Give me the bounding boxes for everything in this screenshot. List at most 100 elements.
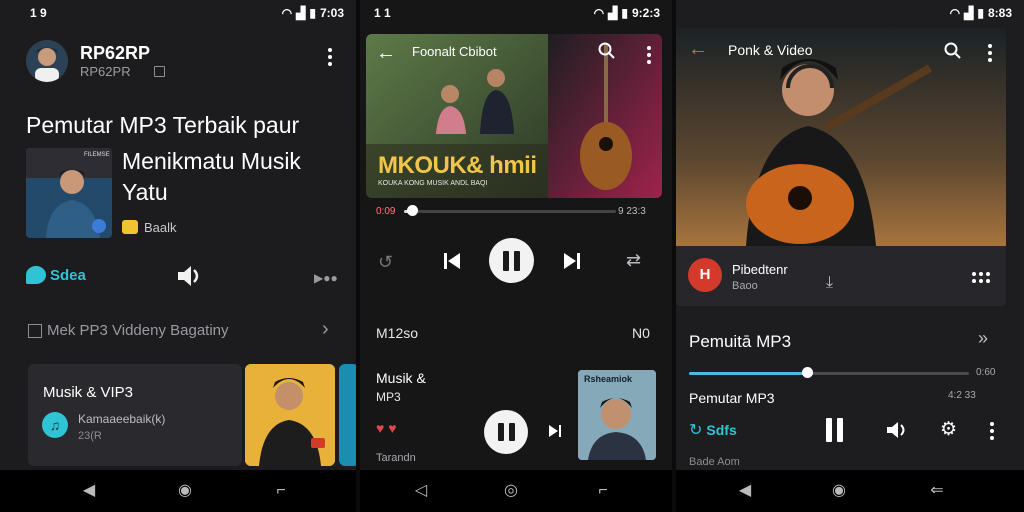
footer-text: Bade Aom (689, 456, 740, 468)
seek-bar[interactable] (404, 210, 616, 213)
avatar[interactable] (26, 40, 68, 82)
signal-icon: ▟ (608, 6, 618, 20)
settings-gear-icon[interactable]: ⚙ (940, 418, 957, 441)
status-bar: ◠ ▟ ▮ 8:83 (676, 0, 1024, 26)
repeat-icon[interactable]: ↺ (378, 252, 393, 273)
banner-title: MKOUK& hmii (378, 152, 537, 179)
more-options-icon[interactable] (990, 422, 994, 440)
mini-player-title: Musik & (376, 370, 426, 386)
chat-bubble-icon (26, 266, 46, 284)
artist-name: Pibedtenr (732, 262, 788, 277)
system-nav-bar: ◀ ◉ ⌐ (0, 470, 356, 512)
chip-button[interactable]: ↻ Sdfs (689, 420, 737, 440)
volume-icon[interactable] (176, 264, 204, 288)
download-icon[interactable]: ⤓ (826, 274, 833, 292)
profile-name: RP62RP (80, 43, 151, 63)
mini-player-subtitle: MP3 (376, 390, 401, 404)
chip-button[interactable]: Sdea (26, 266, 86, 284)
song-title: Pemuitā MP3 (689, 332, 792, 351)
album-art[interactable]: FILEMSE (26, 148, 112, 238)
page-title-continued: Menikmatu Musik Yatu (122, 148, 301, 205)
heart-icon[interactable]: ♥ ♥ (376, 420, 397, 436)
card-title: Musik & VIP3 (43, 384, 134, 401)
home-icon[interactable]: ◎ (502, 482, 520, 500)
profile-subtitle: RP62PR (80, 64, 131, 79)
battery-icon: ▮ (309, 6, 316, 20)
signal-icon: ▟ (964, 6, 974, 20)
volume-icon[interactable] (886, 420, 910, 445)
more-options-icon[interactable] (647, 46, 651, 64)
grid-menu-icon[interactable] (972, 272, 990, 283)
playlist-card[interactable]: Musik & VIP3 ♫ Kamaaeebaik(k) 23(R (28, 364, 242, 466)
more-options-icon[interactable] (328, 48, 332, 66)
back-icon[interactable]: ◀ (80, 482, 98, 500)
back-arrow-icon[interactable]: ← (688, 38, 708, 61)
chevron-right-icon[interactable]: › (322, 318, 329, 341)
banner-subtitle: KOUKA KONG MUSIK ANDL BAQI (378, 180, 488, 187)
battery-icon: ▮ (621, 6, 628, 20)
seek-progress (689, 372, 807, 375)
card-subtitle: Kamaaeebaik(k) (78, 412, 166, 426)
status-bar: 1 9 ◠ ▟ ▮ 7:03 (0, 0, 356, 26)
panel-video: ◠ ▟ ▮ 8:83 ← Ponk & Video H Pibedtenr Ba… (676, 0, 1024, 512)
badge-icon (122, 220, 138, 234)
sub-time: 4:2 33 (948, 390, 976, 401)
wifi-icon: ◠ (593, 6, 605, 20)
status-bar: 1 1 ◠ ▟ ▮ 9:2:3 (360, 0, 672, 26)
track-label: M12so (376, 325, 419, 341)
card-meta: 23(R (78, 430, 102, 442)
track-count: N0 (632, 325, 650, 341)
recents-icon[interactable]: ⇐ (928, 482, 946, 500)
panel-home: 1 9 ◠ ▟ ▮ 7:03 RP62RP RP62PR Pemutar MP3… (0, 0, 356, 512)
pause-button[interactable] (489, 238, 534, 283)
mini-pause-button[interactable] (484, 410, 528, 454)
list-icon (28, 324, 42, 338)
search-icon[interactable] (598, 42, 616, 65)
recents-icon[interactable]: ⌐ (272, 482, 290, 500)
home-icon[interactable]: ◉ (830, 482, 848, 500)
refresh-icon: ↻ (689, 422, 703, 439)
status-time: 9:2:3 (631, 6, 660, 20)
expand-icon[interactable]: » (978, 328, 988, 349)
seek-bar[interactable] (689, 372, 969, 375)
mini-next-icon[interactable] (548, 424, 562, 443)
shuffle-icon[interactable]: ⇄ (626, 250, 641, 271)
panel-player: 1 1 ◠ ▟ ▮ 9:2:3 ← Foonalt Cbibot MKOUK& … (360, 0, 672, 512)
artist-avatar[interactable]: H (688, 258, 722, 292)
status-time: 8:83 (987, 6, 1012, 20)
back-icon[interactable]: ◀ (736, 482, 754, 500)
back-arrow-icon[interactable]: ← (376, 42, 396, 65)
artist-subtitle: Baoo (732, 280, 758, 292)
wifi-icon: ◠ (281, 6, 293, 20)
badge-label: Baalk (144, 220, 177, 235)
next-icon[interactable] (562, 251, 582, 276)
system-nav-bar: ◁ ◎ ⌐ (360, 470, 672, 512)
header-title: Foonalt Cbibot (412, 44, 497, 59)
home-icon[interactable]: ◉ (176, 482, 194, 500)
album-tag: FILEMSE (84, 152, 110, 158)
section-title: Mek PP3 Viddeny Bagatiny (47, 322, 229, 339)
header-title: Ponk & Video (728, 42, 813, 58)
pause-icon[interactable] (826, 418, 843, 442)
time-total: 9 23:3 (618, 206, 646, 217)
system-nav-bar: ◀ ◉ ⇐ (676, 470, 1024, 512)
more-options-icon[interactable] (988, 44, 992, 62)
search-icon[interactable] (944, 42, 962, 65)
playlist-thumbnail[interactable] (245, 364, 335, 466)
mini-player-meta: Tarandn (376, 452, 416, 464)
time-elapsed: 0:09 (376, 206, 396, 217)
time-right: 0:60 (976, 367, 996, 378)
copy-icon[interactable] (154, 66, 165, 77)
back-icon[interactable]: ◁ (412, 482, 430, 500)
wifi-icon: ◠ (949, 6, 961, 20)
seek-thumb[interactable] (407, 205, 419, 216)
playlist-thumbnail-partial[interactable] (339, 364, 356, 466)
chip-label: Sdfs (706, 422, 737, 438)
battery-icon: ▮ (977, 6, 984, 20)
mini-player-thumbnail[interactable]: Rsheamiok (578, 370, 656, 460)
seek-thumb[interactable] (801, 367, 813, 378)
previous-icon[interactable] (442, 251, 462, 276)
video-card[interactable]: ← Ponk & Video H Pibedtenr Baoo ⤓ (676, 28, 1006, 306)
cast-icon[interactable]: ▶●● (314, 271, 338, 285)
recents-icon[interactable]: ⌐ (594, 482, 612, 500)
